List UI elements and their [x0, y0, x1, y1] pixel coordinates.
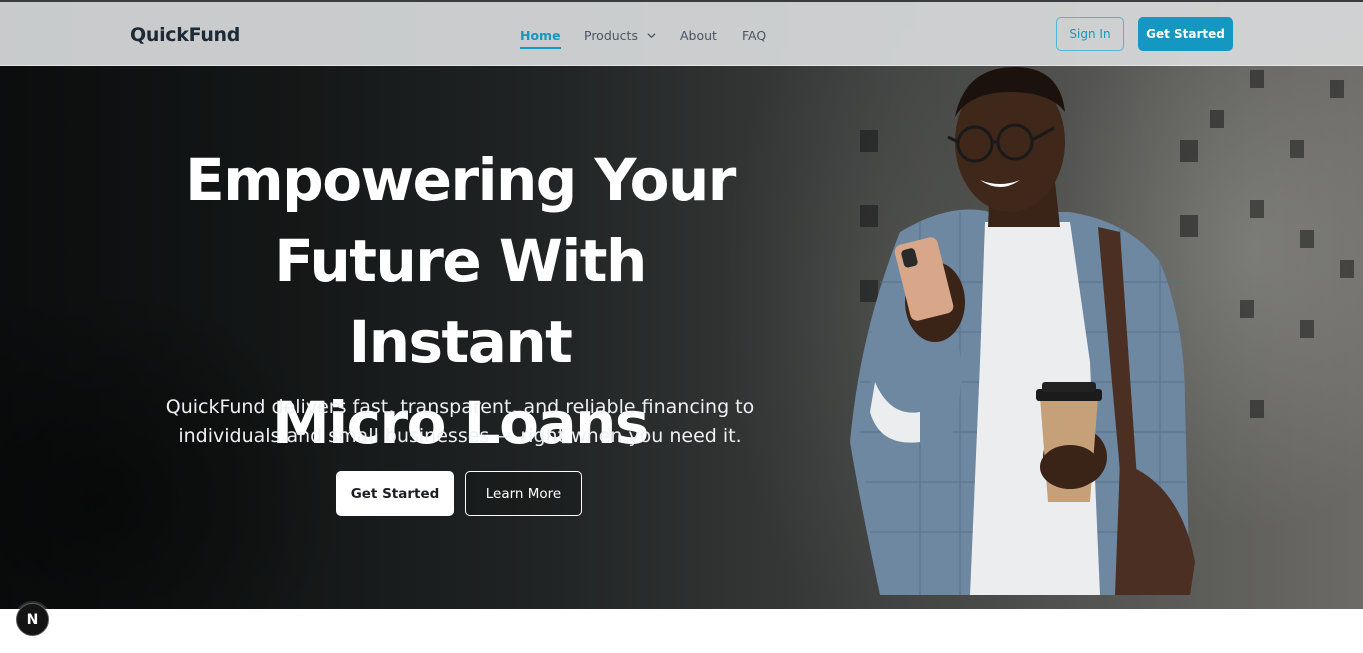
next-dev-badge[interactable]: N	[16, 603, 49, 636]
hero-title-line-2: Future With Instant	[274, 227, 647, 376]
hero-subtitle-line-2: individuals and small businesses — right…	[178, 425, 742, 447]
header-get-started-button[interactable]: Get Started	[1138, 17, 1233, 51]
nav-home[interactable]: Home	[520, 28, 561, 49]
hero-person-image	[850, 67, 1195, 595]
page: QuickFund Home Products About FAQ Sign I…	[0, 0, 1363, 653]
hero-subtitle: QuickFund delivers fast, transparent, an…	[150, 393, 770, 451]
sign-in-button[interactable]: Sign In	[1056, 17, 1124, 51]
nav-products-label: Products	[584, 28, 638, 43]
nav-about[interactable]: About	[680, 28, 717, 43]
chevron-down-icon	[647, 33, 656, 38]
nav-faq[interactable]: FAQ	[742, 28, 766, 43]
nav-products[interactable]: Products	[584, 28, 657, 43]
hero-get-started-button[interactable]: Get Started	[336, 471, 454, 516]
hero-title-line-1: Empowering Your	[185, 146, 736, 214]
learn-more-button[interactable]: Learn More	[465, 471, 582, 516]
hero-subtitle-line-1: QuickFund delivers fast, transparent, an…	[165, 396, 755, 418]
site-header: QuickFund Home Products About FAQ Sign I…	[0, 0, 1363, 66]
